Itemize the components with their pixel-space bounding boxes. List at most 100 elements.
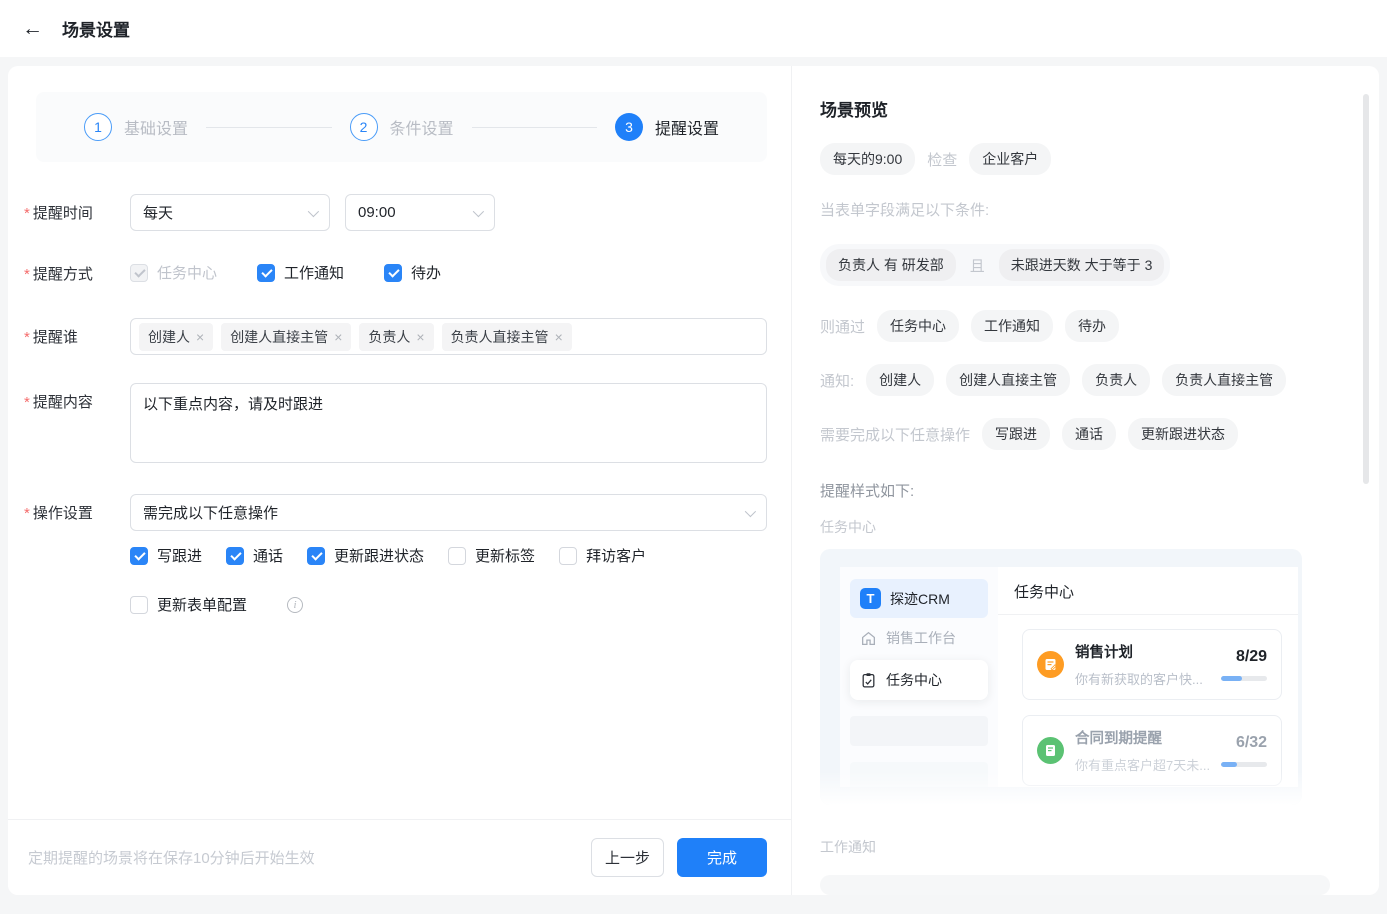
- checkbox-icon: [257, 263, 276, 282]
- check-text: 检查: [927, 151, 958, 169]
- reminder-content-textarea[interactable]: 以下重点内容，请及时跟进: [130, 383, 767, 463]
- frequency-value: 每天: [143, 205, 174, 222]
- checkbox-icon: [384, 263, 403, 282]
- mock-app-name: 探迹CRM: [890, 590, 950, 607]
- task-center-label: 任务中心: [820, 519, 876, 535]
- checkbox-update-followup-status[interactable]: 更新跟进状态: [307, 545, 424, 566]
- checkbox-work-notice[interactable]: 工作通知: [257, 262, 344, 283]
- tanji-crm-logo-icon: T: [860, 588, 881, 609]
- checkbox-icon: [130, 546, 148, 565]
- task-count: 6/32: [1235, 734, 1268, 751]
- checkbox-icon: [448, 546, 467, 565]
- checkbox-visit-customer[interactable]: 拜访客户: [559, 545, 646, 566]
- via-row: 则通过 任务中心 工作通知 待办: [820, 310, 1353, 342]
- work-notice-preview-placeholder: [820, 875, 1330, 895]
- done-button[interactable]: 完成: [677, 838, 767, 877]
- step-label: 基础设置: [124, 121, 189, 138]
- actions-label: 需要完成以下任意操作: [820, 426, 971, 444]
- required-asterisk: *: [24, 266, 30, 283]
- close-icon[interactable]: ×: [196, 329, 204, 345]
- time-select[interactable]: 09:00: [345, 194, 495, 231]
- main-card: 1 基础设置 2 条件设置 3 提醒设置 * 提醒时间 每天 09:00 * 提…: [8, 66, 1379, 895]
- required-asterisk: *: [24, 505, 30, 522]
- back-arrow-icon[interactable]: ←: [22, 17, 52, 41]
- field-label: * 提醒时间: [24, 205, 93, 222]
- reminder-form: * 提醒时间 每天 09:00 * 提醒方式 任务中心 工作通知 待办 * 提醒…: [24, 194, 767, 615]
- work-notice-label: 工作通知: [820, 839, 876, 855]
- action-tag: 更新跟进状态: [1128, 418, 1239, 450]
- condition-pill: 负责人 有 研发部: [826, 249, 956, 281]
- via-tag: 待办: [1065, 310, 1120, 342]
- task-count: 8/29: [1235, 648, 1268, 665]
- action-tag: 写跟进: [982, 418, 1051, 450]
- checkbox-icon: [559, 546, 578, 565]
- step-label: 条件设置: [389, 121, 454, 138]
- checkbox-task-center: 任务中心: [130, 262, 217, 283]
- mock-placeholder-bar: [850, 716, 988, 746]
- previous-step-button[interactable]: 上一步: [591, 838, 664, 877]
- frequency-select[interactable]: 每天: [130, 194, 330, 231]
- mock-sidebar: T 探迹CRM 销售工作台 任务中心: [840, 567, 998, 792]
- via-tag: 任务中心: [877, 310, 960, 342]
- target-tag: 企业客户: [969, 143, 1052, 175]
- field-label: * 提醒方式: [24, 266, 93, 283]
- who-tag: 创建人直接主管 ×: [221, 322, 352, 351]
- via-label: 则通过: [820, 318, 866, 336]
- step-wizard: 1 基础设置 2 条件设置 3 提醒设置: [36, 92, 767, 162]
- mock-placeholder-bar: [850, 762, 988, 792]
- who-tag: 负责人直接主管 ×: [441, 322, 572, 351]
- notify-tag: 负责人: [1082, 364, 1151, 396]
- task-desc: 你有新获取的客户快...: [1075, 672, 1203, 687]
- top-bar: ← 场景设置: [0, 0, 1387, 57]
- checkbox-icon: [226, 546, 245, 565]
- preview-panel: 场景预览 每天的9:00 检查 企业客户 当表单字段满足以下条件: 负责人 有 …: [791, 66, 1379, 895]
- who-tag: 创建人 ×: [139, 322, 214, 351]
- task-center-preview-card: T 探迹CRM 销售工作台 任务中心 任务中心 销售计划 你有新获取的客户快..…: [820, 549, 1302, 805]
- step-number: 1: [84, 113, 112, 141]
- form-row-reminder-content: * 提醒内容 以下重点内容，请及时跟进: [24, 383, 767, 466]
- style-intro: 提醒样式如下:: [820, 483, 915, 500]
- chevron-down-icon: [472, 205, 485, 218]
- checkbox-update-form-config[interactable]: 更新表单配置: [130, 594, 247, 615]
- close-icon[interactable]: ×: [416, 329, 424, 345]
- step-connector: [471, 126, 597, 128]
- step-number: 2: [349, 113, 378, 141]
- scrollbar-thumb[interactable]: [1363, 94, 1369, 484]
- step-basic-settings[interactable]: 1 基础设置: [84, 113, 188, 141]
- mock-content: 任务中心 销售计划 你有新获取的客户快... 8/29 合同到期提醒 你有重点客…: [998, 567, 1299, 787]
- chevron-down-icon: [744, 505, 757, 518]
- checkbox-icon: [307, 546, 326, 565]
- action-mode-value: 需完成以下任意操作: [143, 505, 279, 522]
- mock-task-card: 销售计划 你有新获取的客户快... 8/29: [1022, 629, 1283, 700]
- checkbox-call[interactable]: 通话: [226, 545, 283, 566]
- action-mode-select[interactable]: 需完成以下任意操作: [130, 494, 767, 531]
- close-icon[interactable]: ×: [555, 329, 563, 345]
- field-label: * 提醒谁: [24, 329, 78, 346]
- step-condition-settings[interactable]: 2 条件设置: [349, 113, 454, 141]
- checkbox-todo[interactable]: 待办: [384, 262, 441, 283]
- task-title: 销售计划: [1075, 645, 1133, 661]
- step-reminder-settings[interactable]: 3 提醒设置: [615, 113, 719, 141]
- required-asterisk: *: [24, 329, 30, 346]
- notify-label: 通知:: [820, 372, 855, 390]
- actions-row: 需要完成以下任意操作 写跟进 通话 更新跟进状态: [820, 418, 1353, 450]
- via-tag: 工作通知: [971, 310, 1054, 342]
- checkbox-update-tag[interactable]: 更新标签: [448, 545, 535, 566]
- progress-bar: [1221, 762, 1268, 767]
- mock-panel-title: 任务中心: [998, 579, 1299, 615]
- action-options-row2: 更新表单配置 i: [130, 594, 767, 615]
- form-row-reminder-method: * 提醒方式 任务中心 工作通知 待办: [24, 259, 767, 284]
- checkbox-icon: [130, 595, 148, 614]
- schedule-row: 每天的9:00 检查 企业客户: [820, 143, 1353, 175]
- who-tag: 负责人 ×: [359, 322, 434, 351]
- checkbox-write-followup[interactable]: 写跟进: [130, 545, 202, 566]
- step-label: 提醒设置: [655, 121, 720, 138]
- notify-tag: 负责人直接主管: [1162, 364, 1287, 396]
- reminder-who-input[interactable]: 创建人 × 创建人直接主管 × 负责人 × 负责人直接主管 ×: [130, 318, 767, 355]
- info-icon[interactable]: i: [287, 596, 304, 613]
- time-value: 09:00: [358, 204, 396, 221]
- action-options-row: 写跟进 通话 更新跟进状态 更新标签 拜访客户: [130, 545, 767, 566]
- task-title: 合同到期提醒: [1075, 731, 1162, 747]
- close-icon[interactable]: ×: [334, 329, 342, 345]
- field-label: * 操作设置: [24, 505, 93, 522]
